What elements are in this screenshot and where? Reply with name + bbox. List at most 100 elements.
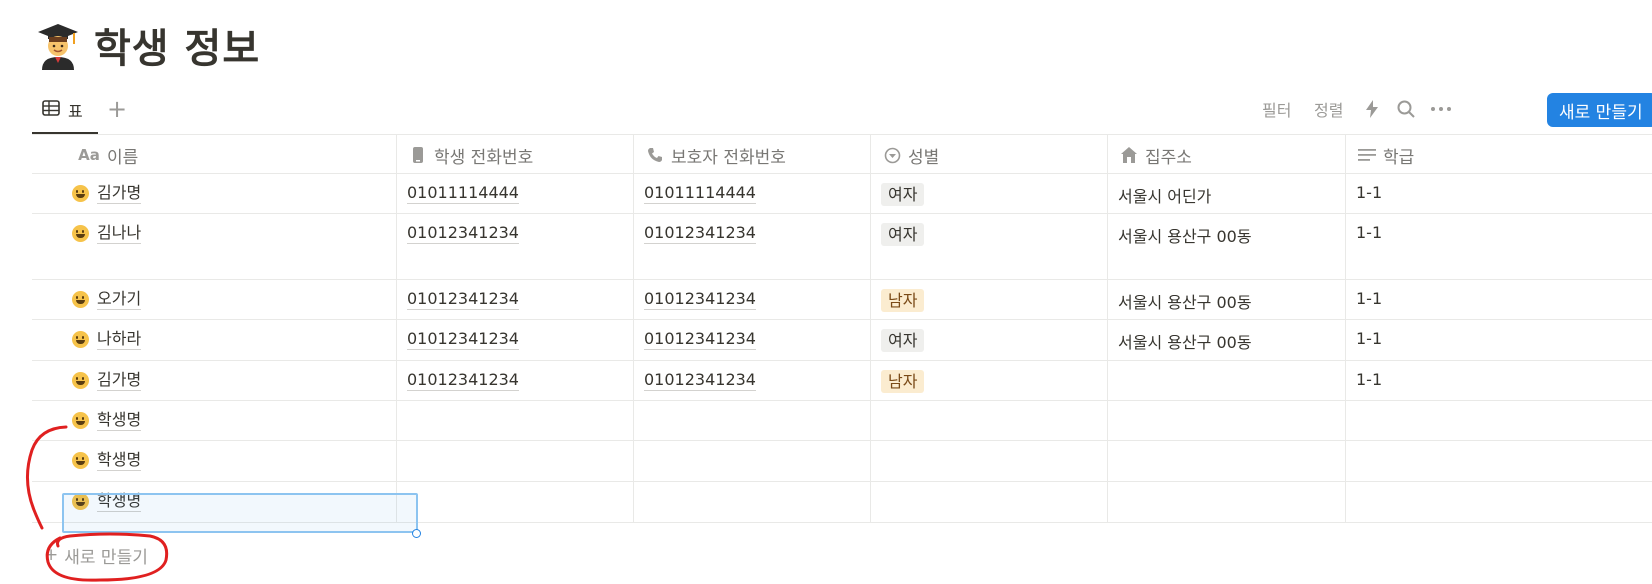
smiley-icon — [72, 452, 89, 469]
phone-link[interactable]: 01011114444 — [407, 183, 519, 204]
phone-link[interactable]: 01012341234 — [644, 289, 756, 310]
cell-name[interactable]: 학생명 — [32, 441, 396, 481]
cell-guardian-phone[interactable] — [633, 441, 870, 481]
cell-student-phone[interactable]: 01012341234 — [396, 320, 633, 360]
student-name[interactable]: 나하라 — [97, 329, 142, 350]
cell-name[interactable]: 학생명 — [32, 401, 396, 440]
cell-address[interactable] — [1107, 361, 1345, 400]
more-options-icon[interactable] — [1430, 94, 1452, 124]
cell-name[interactable]: 김나나 — [32, 214, 396, 279]
cell-student-phone[interactable]: 01012341234 — [396, 214, 633, 279]
cell-address[interactable]: 서울시 용산구 00동 — [1107, 214, 1345, 279]
cell-class[interactable]: 1-1 — [1345, 174, 1652, 213]
phone-link[interactable]: 01012341234 — [644, 329, 756, 350]
cell-gender[interactable] — [870, 401, 1107, 440]
cell-name[interactable]: 오가기 — [32, 280, 396, 319]
table-row[interactable]: 학생명 — [32, 401, 1652, 441]
phone-link[interactable]: 01012341234 — [644, 370, 756, 391]
select-icon — [883, 146, 901, 164]
sort-button[interactable]: 정렬 — [1314, 94, 1343, 124]
phone-link[interactable]: 01012341234 — [407, 289, 519, 310]
add-view-button[interactable]: + — [102, 94, 132, 124]
cell-gender[interactable]: 남자 — [870, 280, 1107, 319]
cell-gender[interactable]: 여자 — [870, 174, 1107, 213]
student-emoji-icon[interactable] — [36, 20, 80, 70]
cell-gender[interactable]: 남자 — [870, 361, 1107, 400]
cell-class[interactable]: 1-1 — [1345, 361, 1652, 400]
column-label: 학급 — [1383, 147, 1415, 168]
student-name[interactable]: 학생명 — [97, 450, 142, 471]
student-name[interactable]: 김나나 — [97, 223, 142, 244]
cell-student-phone[interactable] — [396, 441, 633, 481]
phone-link[interactable]: 01012341234 — [407, 329, 519, 350]
cell-name[interactable]: 김가명 — [32, 174, 396, 213]
cell-guardian-phone[interactable] — [633, 482, 870, 522]
cell-guardian-phone[interactable]: 01012341234 — [633, 280, 870, 319]
column-header-gender[interactable]: 성별 — [870, 135, 1107, 175]
cell-guardian-phone[interactable]: 01011114444 — [633, 174, 870, 213]
cell-address[interactable] — [1107, 401, 1345, 440]
cell-student-phone[interactable]: 01012341234 — [396, 361, 633, 400]
phone-icon — [409, 146, 427, 164]
tab-table[interactable]: 표 — [32, 88, 98, 134]
table-row[interactable]: 오가기 01012341234 01012341234 남자 서울시 용산구 00동 1-… — [32, 280, 1652, 320]
cell-address[interactable]: 서울시 어딘가 — [1107, 174, 1345, 213]
cell-class[interactable]: 1-1 — [1345, 320, 1652, 360]
student-name[interactable]: 김가명 — [97, 370, 142, 391]
cell-address[interactable] — [1107, 482, 1345, 522]
table-row[interactable]: 학생명 — [32, 441, 1652, 482]
cell-gender[interactable] — [870, 482, 1107, 522]
cell-gender[interactable] — [870, 441, 1107, 481]
automation-lightning-icon[interactable] — [1364, 94, 1380, 124]
class-text: 1-1 — [1356, 329, 1383, 348]
cell-student-phone[interactable]: 01012341234 — [396, 280, 633, 319]
cell-class[interactable]: 1-1 — [1345, 214, 1652, 279]
address-text: 서울시 용산구 00동 — [1118, 227, 1252, 246]
cell-class[interactable] — [1345, 482, 1652, 522]
phone-link[interactable]: 01012341234 — [407, 223, 519, 244]
cell-class[interactable]: 1-1 — [1345, 280, 1652, 319]
fill-handle[interactable] — [412, 529, 421, 538]
phone-link[interactable]: 01012341234 — [407, 370, 519, 391]
cell-gender[interactable]: 여자 — [870, 320, 1107, 360]
cell-guardian-phone[interactable] — [633, 401, 870, 440]
cell-address[interactable]: 서울시 용산구 00동 — [1107, 280, 1345, 319]
table-row[interactable]: 김가명 01011114444 01011114444 여자 서울시 어딘가 1-1 — [32, 174, 1652, 214]
search-icon[interactable] — [1396, 94, 1416, 124]
selected-cell-outline[interactable] — [62, 493, 418, 533]
student-name[interactable]: 김가명 — [97, 183, 142, 204]
cell-name[interactable]: 김가명 — [32, 361, 396, 400]
address-text: 서울시 용산구 00동 — [1118, 293, 1252, 312]
column-header-address[interactable]: 집주소 — [1107, 135, 1345, 175]
student-name[interactable]: 학생명 — [97, 410, 142, 431]
smiley-icon — [72, 185, 89, 202]
tab-table-label: 표 — [68, 102, 83, 121]
column-header-name[interactable]: Aa 이름 — [32, 135, 396, 175]
phone-link[interactable]: 01011114444 — [644, 183, 756, 204]
table-row[interactable]: 김가명 01012341234 01012341234 남자 1-1 — [32, 361, 1652, 401]
column-header-guardian-phone[interactable]: 보호자 전화번호 — [633, 135, 870, 175]
cell-name[interactable]: 나하라 — [32, 320, 396, 360]
cell-gender[interactable]: 여자 — [870, 214, 1107, 279]
cell-guardian-phone[interactable]: 01012341234 — [633, 214, 870, 279]
cell-guardian-phone[interactable]: 01012341234 — [633, 361, 870, 400]
column-header-class[interactable]: 학급 — [1345, 135, 1652, 175]
smiley-icon — [72, 225, 89, 242]
cell-address[interactable]: 서울시 용산구 00동 — [1107, 320, 1345, 360]
table-row[interactable]: 김나나 01012341234 01012341234 여자 서울시 용산구 00동 1-… — [32, 214, 1652, 280]
add-row-button[interactable]: + 새로 만들기 — [44, 540, 148, 570]
column-header-student-phone[interactable]: 학생 전화번호 — [396, 135, 633, 175]
cell-student-phone[interactable] — [396, 482, 633, 522]
cell-class[interactable] — [1345, 401, 1652, 440]
phone-link[interactable]: 01012341234 — [644, 223, 756, 244]
cell-student-phone[interactable]: 01011114444 — [396, 174, 633, 213]
cell-guardian-phone[interactable]: 01012341234 — [633, 320, 870, 360]
gender-tag: 여자 — [881, 329, 925, 352]
new-record-button[interactable]: 새로 만들기 — [1547, 93, 1652, 127]
filter-button[interactable]: 필터 — [1262, 94, 1291, 124]
student-name[interactable]: 오가기 — [97, 289, 142, 310]
cell-class[interactable] — [1345, 441, 1652, 481]
cell-student-phone[interactable] — [396, 401, 633, 440]
table-row[interactable]: 나하라 01012341234 01012341234 여자 서울시 용산구 00동 1-… — [32, 320, 1652, 361]
cell-address[interactable] — [1107, 441, 1345, 481]
